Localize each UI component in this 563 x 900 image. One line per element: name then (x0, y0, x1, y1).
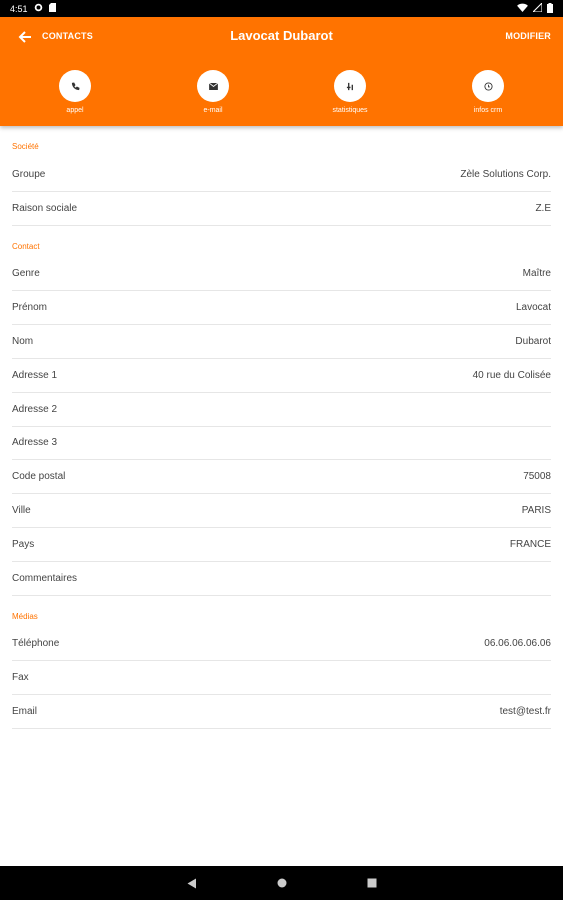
section-title-contact: Contact (12, 241, 40, 251)
settings-icon (34, 3, 43, 14)
field-row[interactable]: Prénom Lavocat (12, 291, 551, 326)
field-value: 40 rue du Colisée (472, 369, 551, 381)
info-icon (472, 70, 504, 102)
square-recents-icon (367, 878, 376, 888)
system-nav-bar (0, 866, 563, 900)
field-label: Fax (12, 672, 29, 684)
section-title-medias: Médias (12, 611, 38, 621)
field-value: Zèle Solutions Corp. (460, 168, 551, 180)
field-label: Genre (12, 268, 40, 280)
field-row[interactable]: Raison sociale Z.E (12, 192, 551, 226)
field-label: Adresse 3 (12, 437, 58, 449)
field-row[interactable]: Adresse 3 (12, 427, 551, 461)
app-bar: CONTACTS Lavocat Dubarot MODIFIER appel … (0, 17, 563, 126)
field-value: PARIS (521, 505, 551, 517)
field-row[interactable]: Fax (12, 661, 551, 696)
stats-icon (334, 70, 366, 102)
field-row[interactable]: Pays FRANCE (12, 528, 551, 562)
sd-card-icon (48, 3, 56, 14)
field-label: Adresse 1 (12, 369, 58, 381)
stats-action[interactable]: statistiques (320, 70, 380, 114)
crm-action[interactable]: infos crm (458, 70, 518, 114)
phone-icon (59, 70, 91, 102)
field-label: Commentaires (12, 572, 78, 584)
stats-label: statistiques (332, 107, 368, 114)
field-row[interactable]: Ville PARIS (12, 494, 551, 528)
email-label: e-mail (203, 107, 223, 114)
field-label: Téléphone (12, 638, 60, 650)
edit-button[interactable]: MODIFIER (505, 31, 551, 41)
field-label: Adresse 2 (12, 403, 58, 415)
field-value: FRANCE (509, 538, 551, 550)
field-row[interactable]: Nom Dubarot (12, 325, 551, 359)
nav-home-button[interactable] (272, 873, 292, 893)
call-action[interactable]: appel (45, 70, 105, 114)
field-label: Ville (12, 505, 31, 517)
wifi-icon (517, 3, 528, 14)
battery-icon (547, 2, 553, 15)
email-action[interactable]: e-mail (183, 70, 243, 114)
field-label: Raison sociale (12, 202, 78, 214)
contact-details: Société Groupe Zèle Solutions Corp. Raiso… (0, 126, 563, 729)
section-title-societe: Société (12, 142, 39, 151)
signal-icon (531, 1, 543, 14)
field-label: Nom (12, 336, 34, 348)
field-label: Pays (12, 538, 35, 550)
field-value: test@test.fr (499, 706, 551, 718)
field-row[interactable]: Code postal 75008 (12, 460, 551, 495)
field-value: Lavocat (515, 302, 551, 314)
field-row[interactable]: Groupe Zèle Solutions Corp. (12, 158, 551, 192)
call-label: appel (66, 107, 84, 114)
field-row[interactable]: Adresse 1 40 rue du Colisée (12, 359, 551, 393)
triangle-back-icon (187, 878, 196, 888)
field-label: Groupe (12, 168, 46, 180)
mail-icon (197, 70, 229, 102)
field-value: Dubarot (515, 336, 551, 348)
field-row[interactable]: Commentaires (12, 562, 551, 596)
field-value: Z.E (535, 202, 551, 214)
clock: 4:51 (10, 3, 28, 14)
status-bar: 4:51 (0, 0, 563, 17)
field-row[interactable]: Email test@test.fr (12, 695, 551, 729)
field-label: Email (12, 706, 38, 718)
field-row[interactable]: Téléphone 06.06.06.06.06 (12, 628, 551, 662)
nav-recents-button[interactable] (362, 873, 382, 893)
field-label: Prénom (12, 302, 48, 314)
nav-back-button[interactable] (182, 873, 202, 893)
circle-home-icon (277, 878, 286, 888)
crm-label: infos crm (473, 107, 503, 114)
field-row[interactable]: Genre Maître (12, 258, 551, 292)
field-value: 75008 (523, 471, 551, 483)
field-label: Code postal (12, 471, 66, 483)
field-value: Maître (522, 268, 551, 280)
page-title: Lavocat Dubarot (230, 28, 333, 43)
field-value: 06.06.06.06.06 (484, 638, 551, 650)
field-row[interactable]: Adresse 2 (12, 393, 551, 427)
